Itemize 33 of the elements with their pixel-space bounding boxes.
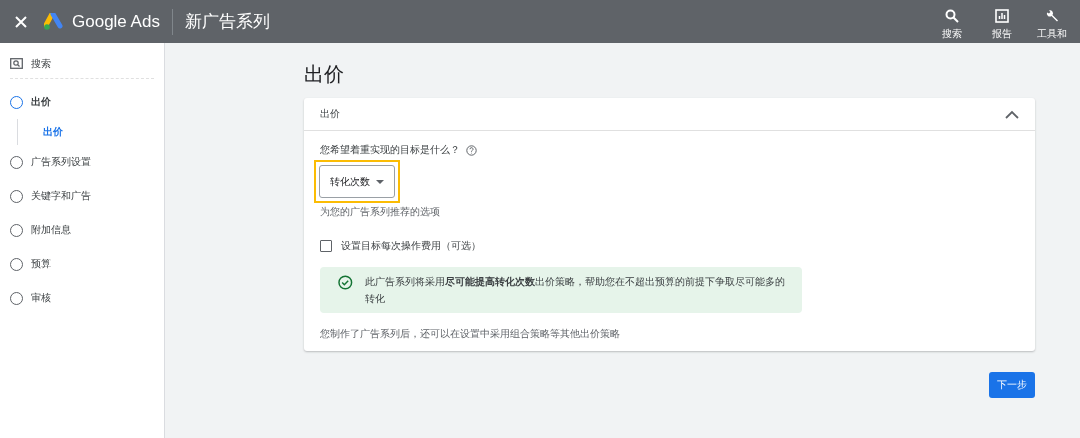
close-icon (15, 15, 27, 28)
page-header-title: 新广告系列 (184, 10, 270, 33)
step-item[interactable]: 广告系列设置 (10, 145, 154, 179)
toolbar-action[interactable]: 工具和 (1032, 2, 1072, 41)
help-icon[interactable] (466, 144, 477, 156)
step-item[interactable]: 预算 (10, 247, 154, 281)
hint-text: 为您的广告系列推荐的选项 (320, 205, 441, 219)
caret-icon (376, 179, 384, 184)
product-name: Google Ads (72, 11, 160, 32)
page-title: 出价 (304, 61, 345, 86)
question-label: 您希望着重实现的目标是什么？ (320, 143, 460, 157)
footer-note: 您制作了广告系列后，还可以在设置中采用组合策略等其他出价策略 (320, 327, 621, 341)
substep-item[interactable]: 出价 (43, 119, 154, 145)
step-item[interactable]: 审核 (10, 281, 154, 315)
goal-dropdown[interactable]: 转化次数 (319, 165, 395, 198)
chevron-icon[interactable] (1005, 109, 1019, 119)
step-item[interactable]: 出价 (10, 85, 154, 119)
campaign-type-label: 搜索 (31, 56, 51, 71)
card-title: 出价 (320, 107, 340, 121)
toolbar-action[interactable]: 报告 (982, 2, 1022, 41)
check-circle-icon (338, 275, 353, 290)
next-button[interactable]: 下一步 (989, 372, 1035, 398)
wrench-icon (1045, 8, 1059, 23)
bar-chart-icon (995, 8, 1009, 23)
checkbox-label: 设置目标每次操作费用（可选） (341, 239, 481, 253)
logo-icon (44, 12, 66, 31)
notice-text: 此广告系列将采用尽可能提高转化次数出价策略，帮助您在不超出预算的前提下争取尽可能多的转化 (364, 275, 786, 306)
step-item[interactable]: 附加信息 (10, 213, 154, 247)
toolbar-action[interactable]: 搜索 (932, 2, 972, 41)
checkbox[interactable] (320, 240, 332, 252)
search-icon (945, 8, 959, 23)
step-item[interactable]: 关键字和广告 (10, 179, 154, 213)
search-icon (10, 58, 23, 69)
